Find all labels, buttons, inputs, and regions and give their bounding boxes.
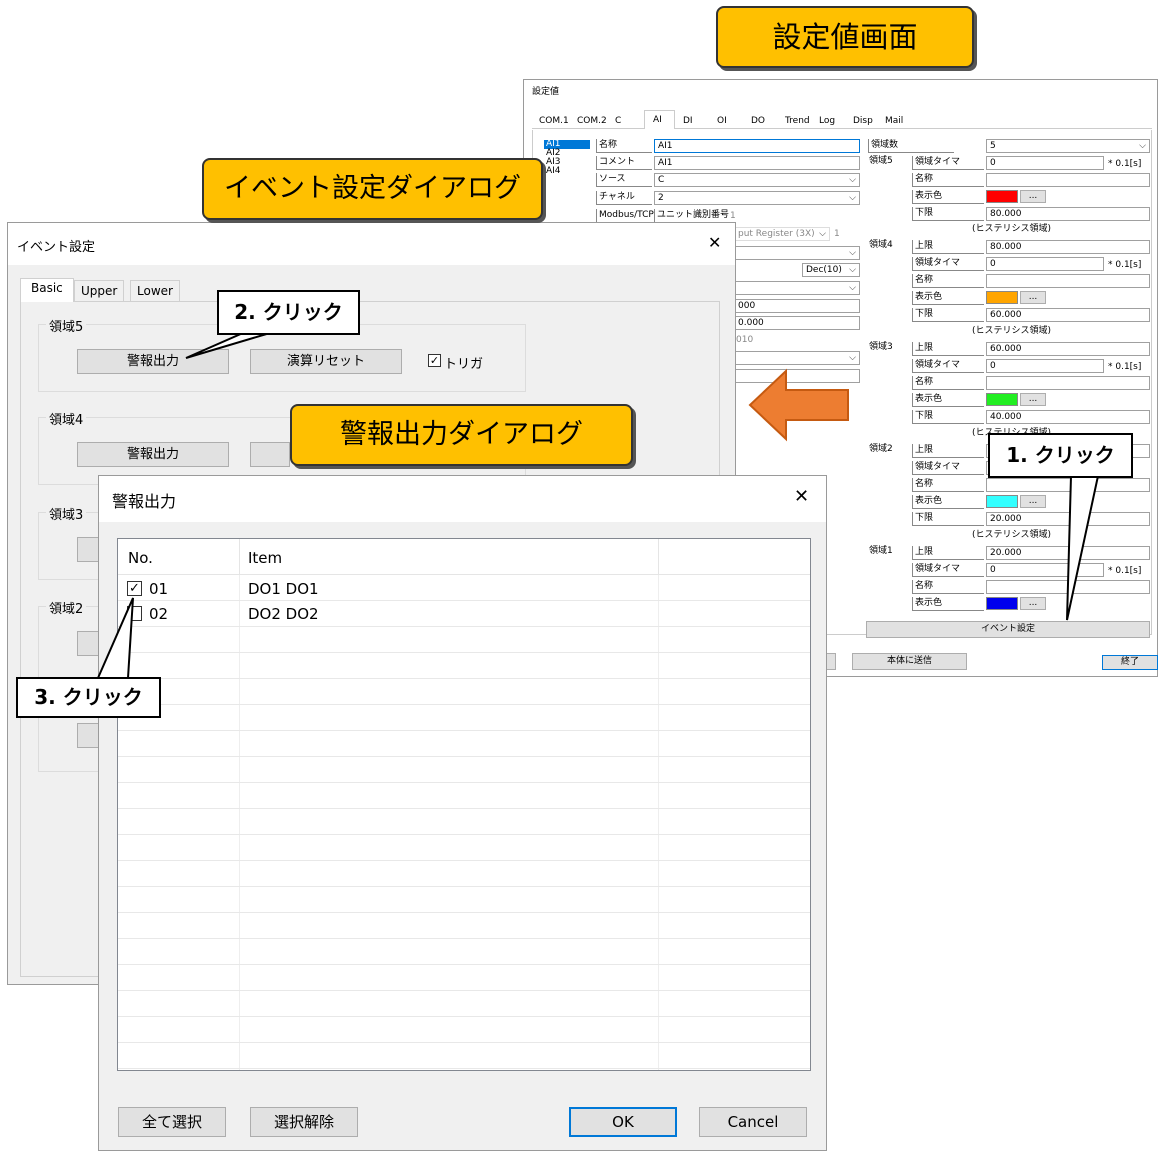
step3-label: 3. クリック [16, 677, 161, 718]
step2-label: 2. クリック [217, 290, 360, 335]
event-dialog-callout: イベント設定ダイアログ [202, 158, 543, 220]
step1-label: 1. クリック [988, 433, 1133, 478]
pointer-1 [1066, 475, 1100, 621]
pointer-2 [185, 332, 271, 359]
alarm-dialog-callout: 警報出力ダイアログ [290, 404, 633, 466]
settings-screen-callout: 設定値画面 [716, 6, 974, 68]
pointer-3 [96, 597, 134, 679]
callout-pointer-lines [96, 332, 1100, 679]
